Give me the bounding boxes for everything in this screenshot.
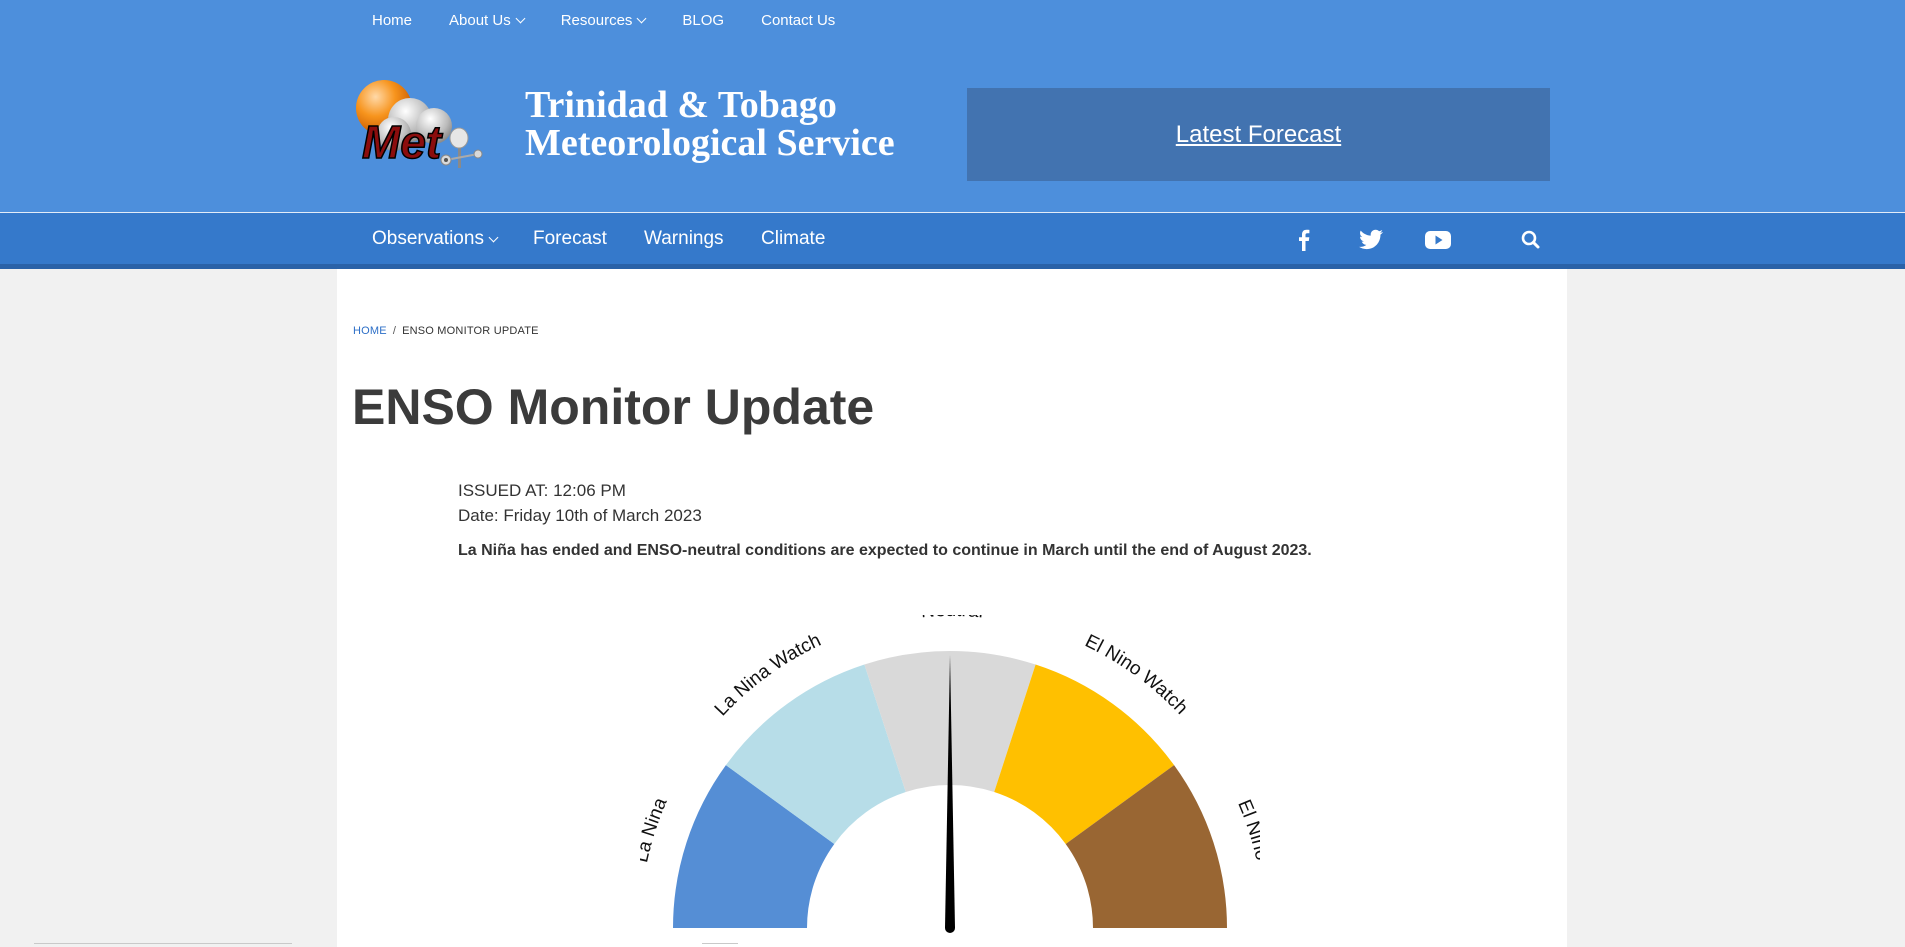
top-nav: Home About Us Resources BLOG Contact Us bbox=[372, 8, 872, 32]
site-title-line2: Meteorological Service bbox=[525, 122, 895, 164]
main-nav: Observations Forecast Warnings Climate bbox=[0, 213, 1905, 269]
breadcrumb-home-link[interactable]: HOME bbox=[353, 325, 387, 337]
chevron-down-icon bbox=[515, 13, 526, 23]
top-nav-blog[interactable]: BLOG bbox=[682, 12, 724, 29]
site-logo[interactable]: Met bbox=[350, 80, 510, 180]
breadcrumb: HOME / ENSO MONITOR UPDATE bbox=[353, 325, 539, 337]
gauge-label-el-nino: El Nino bbox=[1233, 797, 1260, 863]
top-nav-blog-label: BLOG bbox=[682, 11, 725, 29]
latest-forecast-link[interactable]: Latest Forecast bbox=[1176, 121, 1341, 149]
nav-warnings[interactable]: Warnings bbox=[644, 228, 724, 250]
site-title-line1: Trinidad & Tobago bbox=[525, 84, 837, 126]
nav-forecast-label: Forecast bbox=[533, 228, 607, 249]
site-header bbox=[0, 0, 1905, 212]
top-nav-about[interactable]: About Us bbox=[449, 11, 526, 29]
gauge-label-la-nina: La Nina bbox=[640, 794, 672, 864]
top-nav-home[interactable]: Home bbox=[372, 12, 412, 29]
nav-climate-label: Climate bbox=[761, 228, 826, 249]
bottom-line bbox=[702, 943, 738, 944]
met-logo-icon: Met bbox=[356, 80, 483, 169]
top-nav-resources[interactable]: Resources bbox=[560, 11, 647, 29]
page-title: ENSO Monitor Update bbox=[352, 379, 875, 435]
enso-summary: La Niña has ended and ENSO-neutral condi… bbox=[458, 542, 1312, 559]
twitter-icon[interactable] bbox=[1357, 227, 1385, 253]
top-nav-contact-label: Contact Us bbox=[761, 11, 836, 29]
search-icon[interactable] bbox=[1517, 227, 1545, 253]
nav-climate[interactable]: Climate bbox=[761, 228, 825, 250]
issued-time: ISSUED AT: 12:06 PM bbox=[458, 481, 626, 500]
facebook-icon[interactable] bbox=[1290, 227, 1318, 253]
latest-forecast-banner: Latest Forecast bbox=[967, 88, 1550, 181]
breadcrumb-current: ENSO MONITOR UPDATE bbox=[402, 325, 539, 337]
nav-forecast[interactable]: Forecast bbox=[533, 228, 607, 250]
top-nav-home-label: Home bbox=[372, 11, 413, 29]
enso-gauge: La NinaLa Nina WatchNeutralEl Nino Watch… bbox=[640, 615, 1260, 933]
svg-text:Met: Met bbox=[362, 116, 443, 168]
chevron-down-icon bbox=[488, 232, 499, 243]
site-title[interactable]: Trinidad & Tobago Meteorological Service bbox=[525, 86, 895, 162]
top-nav-resources-label: Resources bbox=[560, 11, 633, 29]
breadcrumb-separator: / bbox=[392, 325, 397, 337]
bottom-line bbox=[34, 943, 292, 944]
top-nav-about-label: About Us bbox=[449, 11, 511, 29]
issue-date: Date: Friday 10th of March 2023 bbox=[458, 506, 702, 525]
youtube-icon[interactable] bbox=[1424, 227, 1452, 253]
nav-warnings-label: Warnings bbox=[644, 228, 724, 249]
gauge-label-neutral: Neutral bbox=[920, 615, 984, 622]
chevron-down-icon bbox=[636, 13, 647, 23]
top-nav-contact[interactable]: Contact Us bbox=[761, 12, 835, 29]
nav-observations-label: Observations bbox=[372, 228, 484, 249]
nav-observations[interactable]: Observations bbox=[372, 228, 499, 250]
